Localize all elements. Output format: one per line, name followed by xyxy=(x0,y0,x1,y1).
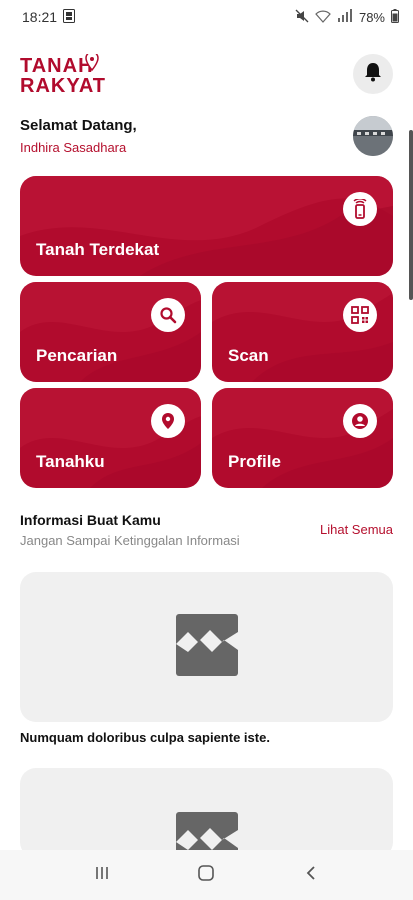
greeting-title: Selamat Datang, xyxy=(20,117,137,134)
user-icon xyxy=(343,404,377,438)
info-section-header: Informasi Buat Kamu Jangan Sampai Keting… xyxy=(20,512,393,552)
image-placeholder-icon xyxy=(175,613,238,681)
signal-icon xyxy=(337,8,353,26)
qr-code-icon xyxy=(343,298,377,332)
notification-status-icon xyxy=(63,8,76,26)
info-title: Informasi Buat Kamu xyxy=(20,512,161,528)
app-logo: TANAH RAKYAT xyxy=(20,51,124,97)
news-card[interactable] xyxy=(20,768,393,858)
wifi-icon xyxy=(315,9,331,26)
recent-apps-button[interactable] xyxy=(82,855,122,895)
back-icon xyxy=(305,865,317,886)
bell-icon xyxy=(364,62,382,87)
battery-icon xyxy=(391,8,399,26)
info-subtitle: Jangan Sampai Ketinggalan Informasi xyxy=(20,533,240,548)
user-name: Indhira Sasadhara xyxy=(20,140,127,155)
scroll-indicator xyxy=(409,130,413,300)
profile-label: Profile xyxy=(228,452,281,471)
app-header: TANAH RAKYAT xyxy=(20,51,393,97)
notification-button[interactable] xyxy=(353,54,393,94)
location-pin-icon xyxy=(151,404,185,438)
nearby-land-label: Tanah Terdekat xyxy=(36,240,160,259)
news-card[interactable] xyxy=(20,572,393,722)
recent-apps-icon xyxy=(94,865,110,886)
status-bar: 18:21 78% xyxy=(0,0,413,34)
search-label: Pencarian xyxy=(36,346,118,365)
search-card[interactable]: Pencarian xyxy=(20,282,201,382)
home-icon xyxy=(197,864,215,887)
see-all-link[interactable]: Lihat Semua xyxy=(320,522,393,537)
scan-card[interactable]: Scan xyxy=(212,282,393,382)
status-time: 18:21 xyxy=(22,9,58,25)
svg-text:TANAH: TANAH xyxy=(20,55,94,77)
search-icon xyxy=(151,298,185,332)
svg-text:RAKYAT: RAKYAT xyxy=(20,75,106,94)
my-land-card[interactable]: Tanahku xyxy=(20,388,201,488)
phone-signal-icon xyxy=(343,192,377,226)
battery-text: 78% xyxy=(358,9,385,25)
mute-icon xyxy=(295,9,309,26)
avatar[interactable] xyxy=(353,116,393,156)
nearby-land-card[interactable]: Tanah Terdekat xyxy=(20,176,393,276)
scan-label: Scan xyxy=(228,346,269,365)
back-button[interactable] xyxy=(291,855,331,895)
home-button[interactable] xyxy=(186,855,226,895)
greeting-section: Selamat Datang, Indhira Sasadhara xyxy=(20,114,393,158)
profile-card[interactable]: Profile xyxy=(212,388,393,488)
system-nav-bar xyxy=(0,850,413,900)
my-land-label: Tanahku xyxy=(36,452,105,471)
news-title[interactable]: Numquam doloribus culpa sapiente iste. xyxy=(20,730,270,745)
